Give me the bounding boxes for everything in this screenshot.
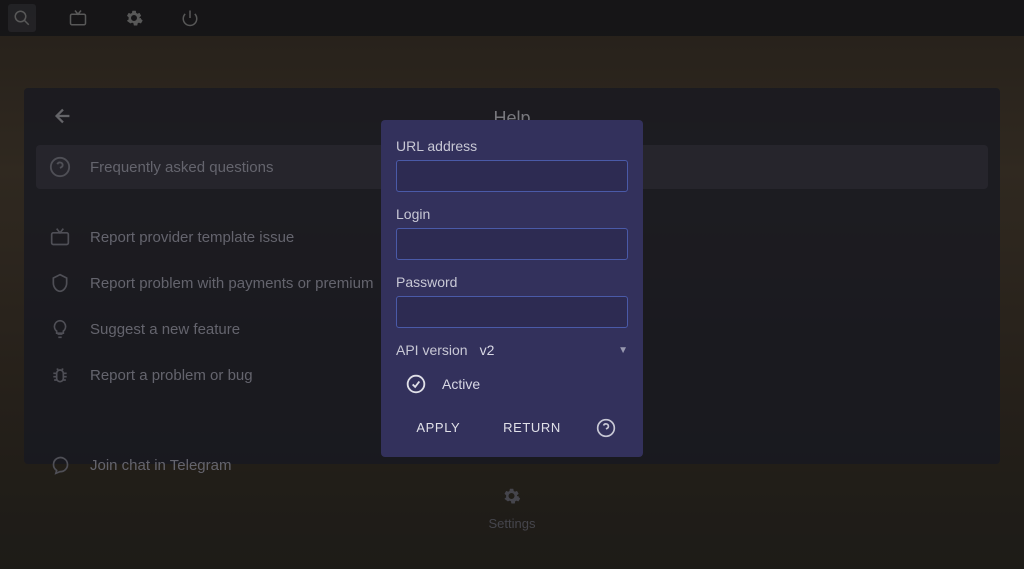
login-modal: URL address Login Password API version v…: [381, 120, 643, 457]
modal-overlay: URL address Login Password API version v…: [0, 0, 1024, 569]
modal-actions: APPLY RETURN: [396, 414, 628, 441]
api-value: v2: [480, 342, 607, 358]
password-input[interactable]: [396, 296, 628, 328]
api-version-row[interactable]: API version v2 ▼: [396, 342, 628, 358]
apply-button[interactable]: APPLY: [408, 414, 468, 441]
help-icon[interactable]: [596, 418, 616, 438]
return-button[interactable]: RETURN: [495, 414, 569, 441]
login-label: Login: [396, 206, 628, 222]
password-label: Password: [396, 274, 628, 290]
active-label: Active: [442, 376, 480, 392]
checkmark-icon: [406, 374, 426, 394]
url-label: URL address: [396, 138, 628, 154]
login-input[interactable]: [396, 228, 628, 260]
api-label: API version: [396, 342, 468, 358]
chevron-down-icon: ▼: [618, 345, 628, 356]
url-input[interactable]: [396, 160, 628, 192]
active-toggle[interactable]: Active: [396, 374, 628, 394]
